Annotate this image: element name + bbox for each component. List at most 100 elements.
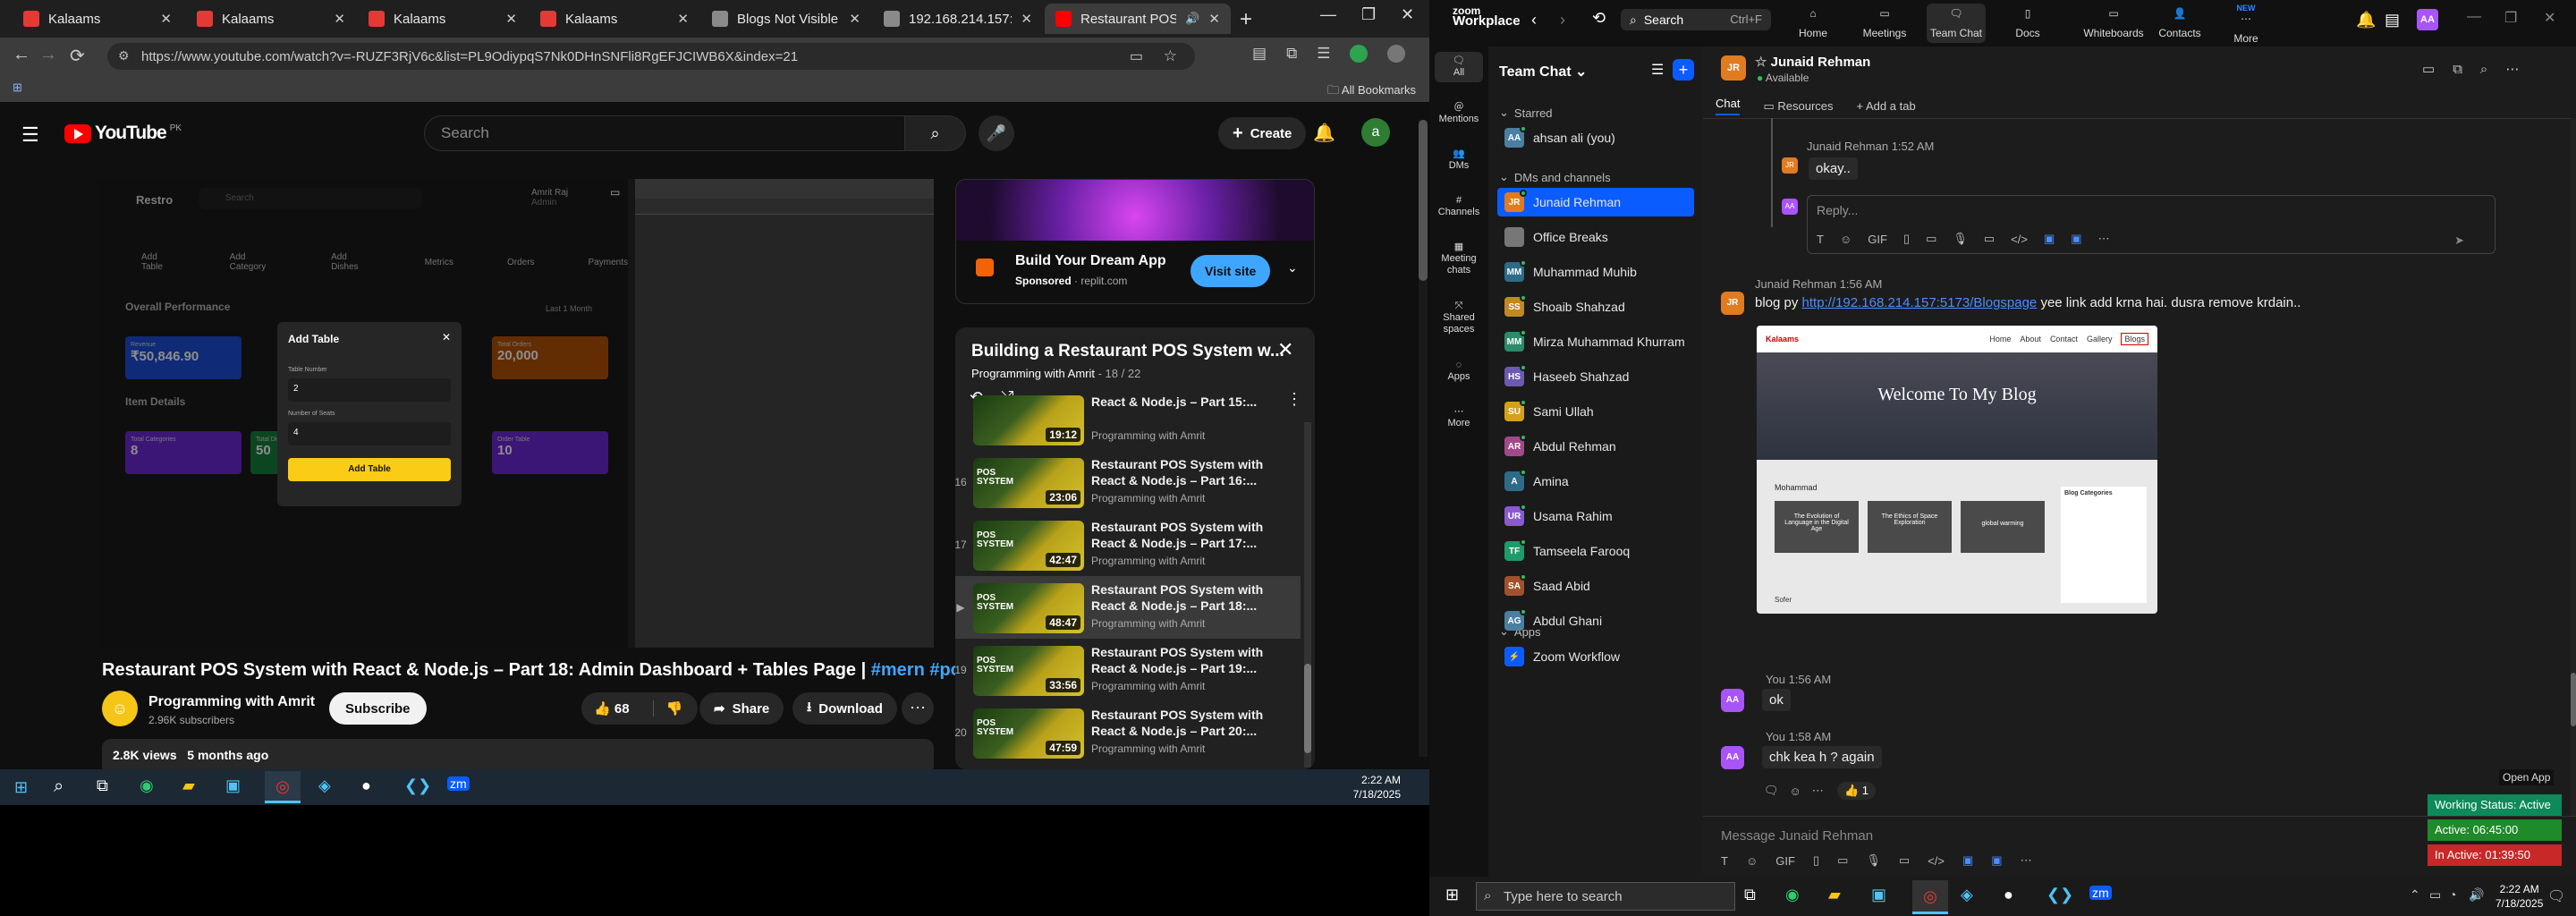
history-icon[interactable]: ⟲ (1592, 9, 1606, 28)
rail-shared-spaces[interactable]: ⤧ Shared spaces (1429, 301, 1488, 335)
file-explorer-icon[interactable]: ▰ (182, 776, 195, 795)
nav-whiteboards[interactable]: ▭ Whiteboards (2073, 4, 2154, 43)
nav-team-chat[interactable]: 🗨 Team Chat (1927, 4, 1986, 43)
emoji-icon[interactable]: ☺ (1746, 854, 1758, 868)
close-icon[interactable]: ✕ (1208, 11, 1220, 27)
contact-row[interactable]: SU Sami Ullah (1497, 397, 1694, 426)
apps-panel-icon[interactable]: ▤ (2385, 11, 2400, 30)
clock[interactable]: 2:22 AM 7/18/2025 (2496, 882, 2543, 911)
playlist-item-current[interactable]: ▶ POS SYSTEM 48:47 Restaurant POS System wit… (955, 576, 1301, 639)
section-starred[interactable]: ⌄ Starred (1499, 106, 1553, 120)
chevron-down-icon[interactable]: ⌄ (1287, 260, 1298, 276)
back-icon[interactable]: ‹ (1531, 11, 1537, 30)
github-icon[interactable]: ● (361, 776, 371, 795)
more-actions-button[interactable]: ⋯ (902, 692, 934, 725)
chrome-icon[interactable]: ◎ (1912, 880, 1948, 914)
gif-icon[interactable]: GIF (1868, 233, 1887, 246)
rail-meeting-chats[interactable]: ▦ Meeting chats (1429, 242, 1488, 276)
playlist-item[interactable]: 20 POS SYSTEM 47:59 Restaurant POS System wi… (955, 701, 1301, 764)
network-icon[interactable]: ◔ (2449, 887, 2456, 902)
channel-avatar[interactable]: ☺ (102, 691, 138, 726)
contact-row[interactable]: MM Mirza Muhammad Khurram (1497, 327, 1694, 356)
contact-row[interactable]: A Amina (1497, 467, 1694, 496)
tab-1[interactable]: Kalaams ✕ (13, 4, 182, 34)
format-icon[interactable]: T (1817, 233, 1824, 246)
store-icon[interactable]: ▣ (225, 776, 241, 795)
volume-icon[interactable]: 🔊 (2469, 887, 2484, 903)
more-icon[interactable]: ⋯ (2505, 61, 2519, 77)
nav-meetings[interactable]: ▭ Meetings (1855, 4, 1914, 43)
more-icon[interactable]: ⋯ (2098, 232, 2110, 246)
apps-icon[interactable]: ⊞ (13, 81, 22, 95)
nav-contacts[interactable]: 👤 Contacts (2150, 4, 2209, 43)
contact-row[interactable]: Office Breaks (1497, 223, 1694, 251)
search-icon[interactable]: ⌕ (2480, 62, 2487, 77)
battery-icon[interactable]: ▭ (2429, 887, 2441, 903)
mic-icon[interactable]: 🎙 (1953, 232, 1968, 246)
playlist-item[interactable]: 17 POS SYSTEM 42:47 Restaurant POS System wi… (955, 513, 1301, 576)
zoom-icon[interactable]: zm (2089, 886, 2112, 900)
forward-icon[interactable]: › (1560, 11, 1565, 30)
star-icon[interactable]: ☆ (1164, 47, 1177, 65)
emoji-icon[interactable]: ☺ (1790, 785, 1801, 798)
blog-screenshot[interactable]: Kalaams Home About Contact Gallery Blogs Welc… (1757, 326, 2157, 614)
new-tab-button[interactable]: + (1240, 7, 1252, 32)
maximize-button[interactable]: ❐ (2504, 9, 2517, 27)
zoom-app-icon[interactable]: ▣ (2071, 232, 2081, 246)
tab-2[interactable]: Kalaams ✕ (186, 4, 356, 34)
file-icon[interactable]: ▯ (1813, 853, 1819, 868)
zoom-search[interactable]: ⌕ Search Ctrl+F (1621, 9, 1771, 30)
tray-chevron-icon[interactable]: ⌃ (2410, 887, 2420, 903)
video-icon[interactable]: ▭ (2422, 61, 2435, 77)
new-chat-button[interactable]: + (1673, 59, 1694, 81)
playlist-item[interactable]: 19:12 React & Node.js – Part 15:... Progra… (955, 388, 1301, 451)
tab-3[interactable]: Kalaams ✕ (358, 4, 528, 34)
speaker-icon[interactable]: 🔊 (1185, 12, 1199, 26)
page-scrollbar[interactable] (1419, 120, 1428, 757)
more-icon[interactable]: ⋯ (1812, 784, 1824, 798)
taskbar-search[interactable]: ⌕ Type here to search (1476, 882, 1735, 911)
close-icon[interactable]: ✕ (505, 11, 517, 27)
contact-row[interactable]: AR Abdul Rehman (1497, 432, 1694, 461)
screen-icon[interactable]: ⧉ (2453, 62, 2462, 77)
like-button[interactable]: 👍 68 (581, 700, 630, 717)
blog-link[interactable]: http://192.168.214.157:5173/Blogspage (1802, 295, 2038, 310)
zoom-app-icon[interactable]: ▣ (2044, 232, 2055, 246)
dislike-button[interactable]: 👎 (652, 700, 682, 717)
forward-icon[interactable]: → (39, 45, 57, 65)
emoji-icon[interactable]: ☺ (1840, 233, 1852, 246)
tab-7-active[interactable]: Restaurant POS Sy 🔊 ✕ (1045, 4, 1231, 34)
close-window-button[interactable]: ✕ (2544, 9, 2555, 27)
reply-icon[interactable]: 🗨 (1764, 784, 1779, 798)
bell-icon[interactable]: 🔔 (2356, 11, 2376, 30)
contact-row[interactable]: UR Usama Rahim (1497, 502, 1694, 530)
contact-row[interactable]: AG Abdul Ghani (1497, 606, 1694, 635)
profile-icon[interactable] (1387, 45, 1406, 63)
video-player[interactable]: Restro Search Amrit Raj Admin Add Table A… (98, 179, 934, 648)
sidebar-icon[interactable]: ▤ (1252, 45, 1267, 63)
rail-all[interactable]: 🗨 All (1435, 52, 1483, 82)
account-avatar[interactable]: a (1361, 118, 1390, 147)
rail-more[interactable]: ⋯ More (1429, 406, 1488, 429)
tab-6[interactable]: 192.168.214.157:5000/ ✕ (873, 4, 1043, 34)
tab-4[interactable]: Kalaams ✕ (530, 4, 699, 34)
channel-name[interactable]: Programming with Amrit (148, 694, 315, 710)
clock[interactable]: 2:22 AM 7/18/2025 (1353, 773, 1401, 802)
zoom-icon[interactable]: zm (447, 776, 470, 791)
nav-more[interactable]: NEW ⋯ More (2216, 4, 2275, 45)
ad-card[interactable]: Build Your Dream App Sponsored · replit.… (955, 179, 1315, 304)
search-icon[interactable]: ⌕ (54, 776, 64, 797)
code-icon[interactable]: </> (1928, 854, 1945, 868)
tab-add[interactable]: + Add a tab (1857, 99, 1916, 113)
share-button[interactable]: ➦ Share (699, 692, 784, 725)
close-icon[interactable]: ✕ (334, 11, 345, 27)
close-icon[interactable]: ✕ (1021, 11, 1032, 27)
rail-dms[interactable]: 👥 DMs (1429, 148, 1488, 172)
contact-row[interactable]: AA ahsan ali (you) (1497, 123, 1694, 152)
playlist-item[interactable]: 16 POS SYSTEM 23:06 Restaurant POS System wi… (955, 451, 1301, 513)
close-icon[interactable]: ✕ (849, 11, 860, 27)
menu-icon[interactable]: ☰ (1317, 45, 1330, 63)
reply-box[interactable]: Reply... T ☺ GIF ▯ ▭ 🎙 ▭ </> ▣ ▣ ⋯ ➤ (1807, 195, 2496, 254)
open-app-button[interactable]: Open App (2499, 769, 2555, 785)
format-icon[interactable]: T (1721, 854, 1728, 868)
